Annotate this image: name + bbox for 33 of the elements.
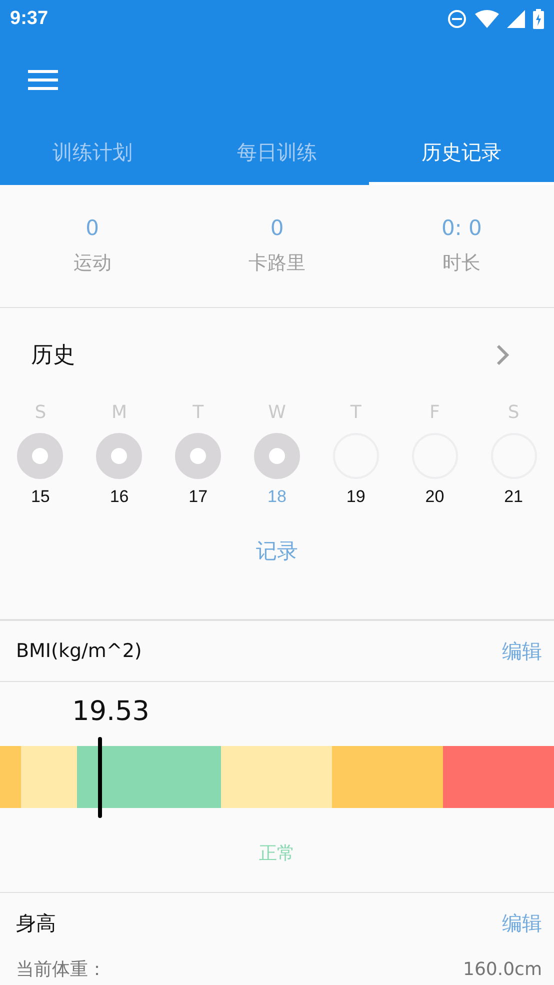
section-title: 历史 xyxy=(31,342,75,370)
tab[interactable]: 历史记录 xyxy=(369,122,554,185)
chevron-right-icon[interactable] xyxy=(496,344,510,366)
status-time: 9:37 xyxy=(10,8,48,30)
stat-value: 0: 0 xyxy=(441,216,482,240)
stat-value: 0 xyxy=(86,216,100,240)
edit-link[interactable]: 编辑 xyxy=(502,910,542,936)
wifi-icon xyxy=(475,10,499,28)
day-date: 17 xyxy=(188,487,208,507)
records-link[interactable]: 记录 xyxy=(256,537,298,565)
bmi-value: 19.53 xyxy=(72,696,150,727)
tab[interactable]: 训练计划 xyxy=(0,122,185,185)
card-title: 身高 xyxy=(16,910,56,936)
stat-value: 0 xyxy=(270,216,284,240)
menu-icon[interactable] xyxy=(28,69,58,91)
day-date: 20 xyxy=(425,487,444,507)
battery-icon xyxy=(533,9,544,29)
day-date: 16 xyxy=(110,487,129,507)
card-title: BMI(kg/m^2) xyxy=(16,640,142,662)
day-date: 19 xyxy=(346,487,366,507)
tab[interactable]: 每日训练 xyxy=(184,122,370,185)
do-not-disturb-icon xyxy=(447,9,467,29)
bmi-status: 正常 xyxy=(259,842,295,865)
weight-value: 160.0cm xyxy=(463,958,542,980)
stat-label: 运动 xyxy=(73,251,112,276)
day-date: 15 xyxy=(30,487,50,507)
day-date: 21 xyxy=(504,487,524,507)
stat-label: 时长 xyxy=(442,251,481,276)
signal-icon xyxy=(507,10,525,28)
weight-label: 当前体重： xyxy=(16,958,106,981)
stat-label: 卡路里 xyxy=(248,251,306,276)
edit-link[interactable]: 编辑 xyxy=(502,638,542,664)
day-date: 18 xyxy=(268,487,286,507)
